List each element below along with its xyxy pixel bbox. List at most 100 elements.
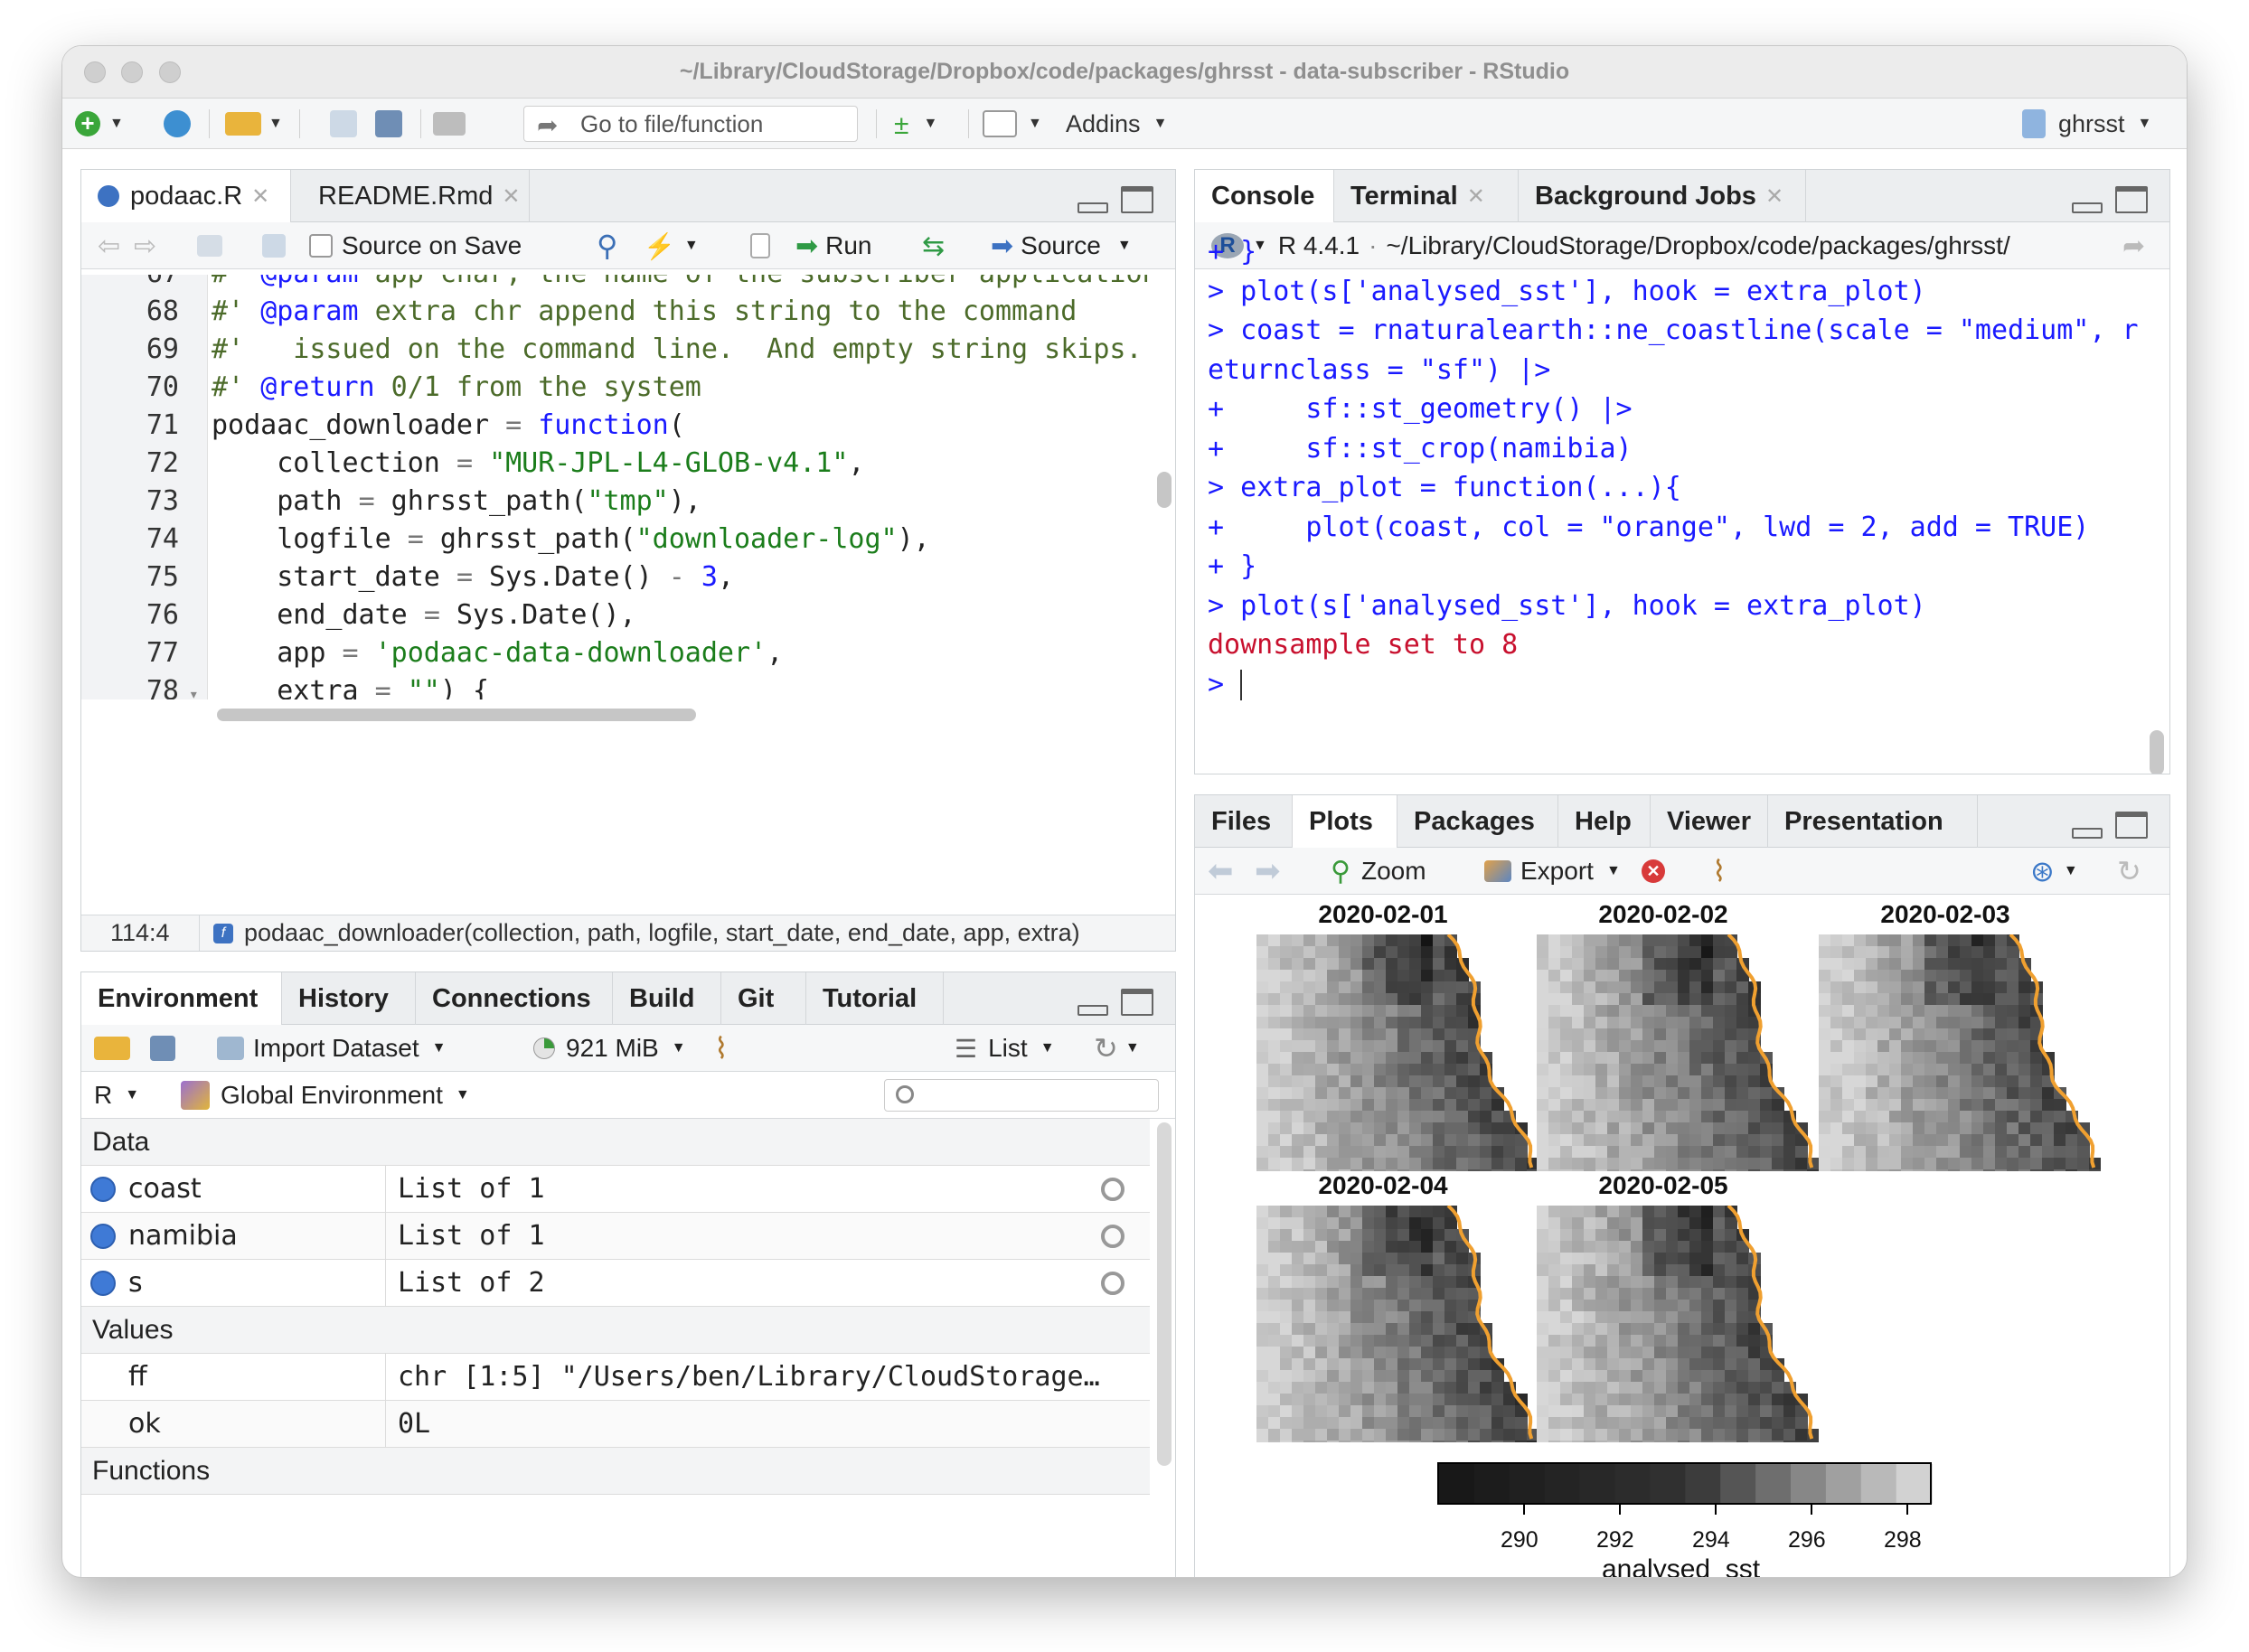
code-tools-button[interactable]: ⚡ ▼ bbox=[644, 228, 699, 264]
minimize-pane-button[interactable] bbox=[1077, 202, 1108, 213]
tab-tutorial[interactable]: Tutorial bbox=[806, 972, 944, 1025]
tab-background-jobs[interactable]: Background Jobs ✕ bbox=[1519, 170, 1806, 222]
maximize-pane-button[interactable] bbox=[2115, 812, 2148, 839]
language-select[interactable]: R ▼ bbox=[94, 1077, 139, 1113]
open-file-button[interactable]: ▼ bbox=[225, 106, 283, 142]
publish-button[interactable]: ⊛ ▼ bbox=[2030, 853, 2078, 889]
code-line[interactable]: 72 collection = "MUR-JPL-L4-GLOB-v4.1", bbox=[81, 445, 1150, 483]
maximize-pane-button[interactable] bbox=[1121, 989, 1153, 1016]
code-line[interactable]: 68 #' @param extra chr append this string… bbox=[81, 293, 1150, 331]
tab-console[interactable]: Console bbox=[1195, 170, 1334, 222]
load-workspace-button[interactable] bbox=[94, 1030, 130, 1066]
refresh-button[interactable]: ↻ ▼ bbox=[1094, 1030, 1140, 1066]
code-line[interactable]: 70 #' @return 0/1 from the system bbox=[81, 369, 1150, 407]
tab-build[interactable]: Build bbox=[613, 972, 721, 1025]
close-icon[interactable]: ✕ bbox=[502, 183, 520, 210]
environment-vscrollbar[interactable] bbox=[1157, 1122, 1172, 1466]
close-icon[interactable]: ✕ bbox=[1467, 183, 1485, 210]
code-line[interactable]: 78 ▾ extra = "") { bbox=[81, 672, 1150, 699]
code-line[interactable]: 69 #' issued on the command line. And emp… bbox=[81, 331, 1150, 369]
view-mode-menu[interactable]: ☰ List ▼ bbox=[955, 1030, 1055, 1066]
close-icon[interactable]: ✕ bbox=[1765, 183, 1783, 210]
env-row[interactable]: ok 0L bbox=[81, 1401, 1150, 1448]
save-all-button[interactable] bbox=[375, 106, 402, 142]
memory-usage-button[interactable]: 921 MiB ▼ bbox=[533, 1030, 686, 1066]
new-file-button[interactable]: + ▼ bbox=[75, 106, 124, 142]
code-line[interactable]: 76 end_date = Sys.Date(), bbox=[81, 596, 1150, 634]
console-cursor[interactable] bbox=[1240, 670, 1243, 700]
tab-connections[interactable]: Connections bbox=[416, 972, 613, 1025]
close-icon[interactable]: ✕ bbox=[251, 183, 269, 210]
tab-files[interactable]: Files bbox=[1195, 795, 1293, 848]
code-line[interactable]: 67#' @param app char, the name of the su… bbox=[81, 275, 1150, 293]
code-line[interactable]: 77 app = 'podaac-data-downloader', bbox=[81, 634, 1150, 672]
version-control-button[interactable]: ± ▼ bbox=[894, 106, 937, 142]
env-row[interactable]: namibia List of 1 bbox=[81, 1213, 1150, 1260]
import-dataset-button[interactable]: Import Dataset ▼ bbox=[217, 1030, 446, 1066]
minimize-pane-button[interactable] bbox=[2072, 202, 2103, 213]
tab-help[interactable]: Help bbox=[1558, 795, 1651, 848]
console-vscrollbar[interactable] bbox=[2150, 730, 2164, 774]
code-line[interactable]: 74 logfile = ghrsst_path("downloader-log… bbox=[81, 521, 1150, 558]
env-row[interactable]: s List of 2 bbox=[81, 1260, 1150, 1307]
addins-menu[interactable]: Addins ▼ bbox=[1066, 106, 1167, 142]
tab-terminal[interactable]: Terminal ✕ bbox=[1334, 170, 1519, 222]
zoom-button[interactable]: ⚲ Zoom bbox=[1331, 853, 1426, 889]
clear-plots-button[interactable]: ⌇ bbox=[1712, 853, 1727, 889]
expand-icon[interactable] bbox=[90, 1176, 116, 1202]
export-button[interactable]: Export ▼ bbox=[1484, 853, 1621, 889]
environment-search-input[interactable] bbox=[884, 1079, 1159, 1112]
save-button[interactable] bbox=[330, 106, 357, 142]
tab-environment[interactable]: Environment bbox=[81, 972, 282, 1025]
code-editor[interactable]: 67#' @param app char, the name of the su… bbox=[81, 275, 1150, 699]
code-line[interactable]: 73 path = ghrsst_path("tmp"), bbox=[81, 483, 1150, 521]
editor-vscrollbar[interactable] bbox=[1157, 472, 1172, 508]
source-button[interactable]: ➡ Source ▼ bbox=[991, 228, 1132, 264]
refresh-plot-button[interactable]: ↻ bbox=[2117, 853, 2141, 889]
expand-icon[interactable] bbox=[90, 1270, 116, 1296]
function-scope[interactable]: podaac_downloader(collection, path, logf… bbox=[244, 919, 1080, 947]
env-row[interactable]: ff chr [1:5] "/Users/ben/Library/CloudSt… bbox=[81, 1354, 1150, 1401]
tab-podaac-r[interactable]: podaac.R ✕ bbox=[81, 170, 291, 222]
new-project-button[interactable] bbox=[164, 106, 191, 142]
remove-plot-button[interactable]: ✕ bbox=[1642, 853, 1665, 889]
rerun-button[interactable]: ⇆ bbox=[922, 228, 945, 264]
tab-history[interactable]: History bbox=[282, 972, 416, 1025]
previous-plot-button[interactable]: ⬅ bbox=[1208, 853, 1234, 889]
view-data-icon[interactable] bbox=[1101, 1224, 1124, 1248]
forward-button[interactable]: ⇨ bbox=[134, 228, 156, 264]
code-line[interactable]: 71 podaac_downloader = function( bbox=[81, 407, 1150, 445]
tab-readme-rmd[interactable]: README.Rmd ✕ bbox=[291, 170, 530, 222]
run-button[interactable]: ➡ Run bbox=[795, 228, 872, 264]
back-button[interactable]: ⇦ bbox=[98, 228, 120, 264]
scope-select[interactable]: Global Environment ▼ bbox=[181, 1077, 470, 1113]
find-button[interactable]: ⚲ bbox=[597, 228, 617, 264]
goto-file-input[interactable]: ➦ Go to file/function bbox=[523, 106, 858, 142]
tab-plots[interactable]: Plots bbox=[1293, 795, 1397, 848]
save-workspace-button[interactable] bbox=[150, 1030, 175, 1066]
show-in-window-button[interactable] bbox=[197, 228, 222, 264]
tab-viewer[interactable]: Viewer bbox=[1651, 795, 1768, 848]
editor-hscrollbar[interactable] bbox=[217, 709, 696, 721]
tab-presentation[interactable]: Presentation bbox=[1768, 795, 1978, 848]
save-file-button[interactable] bbox=[262, 228, 286, 264]
minimize-pane-button[interactable] bbox=[2072, 828, 2103, 839]
tab-git[interactable]: Git bbox=[721, 972, 806, 1025]
compile-report-button[interactable] bbox=[750, 228, 770, 264]
project-menu[interactable]: ghrsst ▼ bbox=[2022, 106, 2151, 142]
code-line[interactable]: 75 start_date = Sys.Date() - 3, bbox=[81, 558, 1150, 596]
next-plot-button[interactable]: ➡ bbox=[1255, 853, 1281, 889]
maximize-pane-button[interactable] bbox=[1121, 186, 1153, 213]
view-data-icon[interactable] bbox=[1101, 1271, 1124, 1295]
maximize-pane-button[interactable] bbox=[2115, 186, 2148, 213]
view-data-icon[interactable] bbox=[1101, 1177, 1124, 1201]
source-on-save-checkbox[interactable]: Source on Save bbox=[309, 228, 522, 264]
clear-workspace-button[interactable]: ⌇ bbox=[714, 1030, 729, 1066]
print-button[interactable] bbox=[433, 106, 466, 142]
tab-packages[interactable]: Packages bbox=[1397, 795, 1558, 848]
minimize-pane-button[interactable] bbox=[1077, 1005, 1108, 1016]
expand-icon[interactable] bbox=[90, 1223, 116, 1249]
pane-layout-button[interactable]: ▼ bbox=[983, 106, 1042, 142]
fold-icon[interactable]: ▾ bbox=[179, 676, 208, 699]
env-row[interactable]: coast List of 1 bbox=[81, 1166, 1150, 1213]
